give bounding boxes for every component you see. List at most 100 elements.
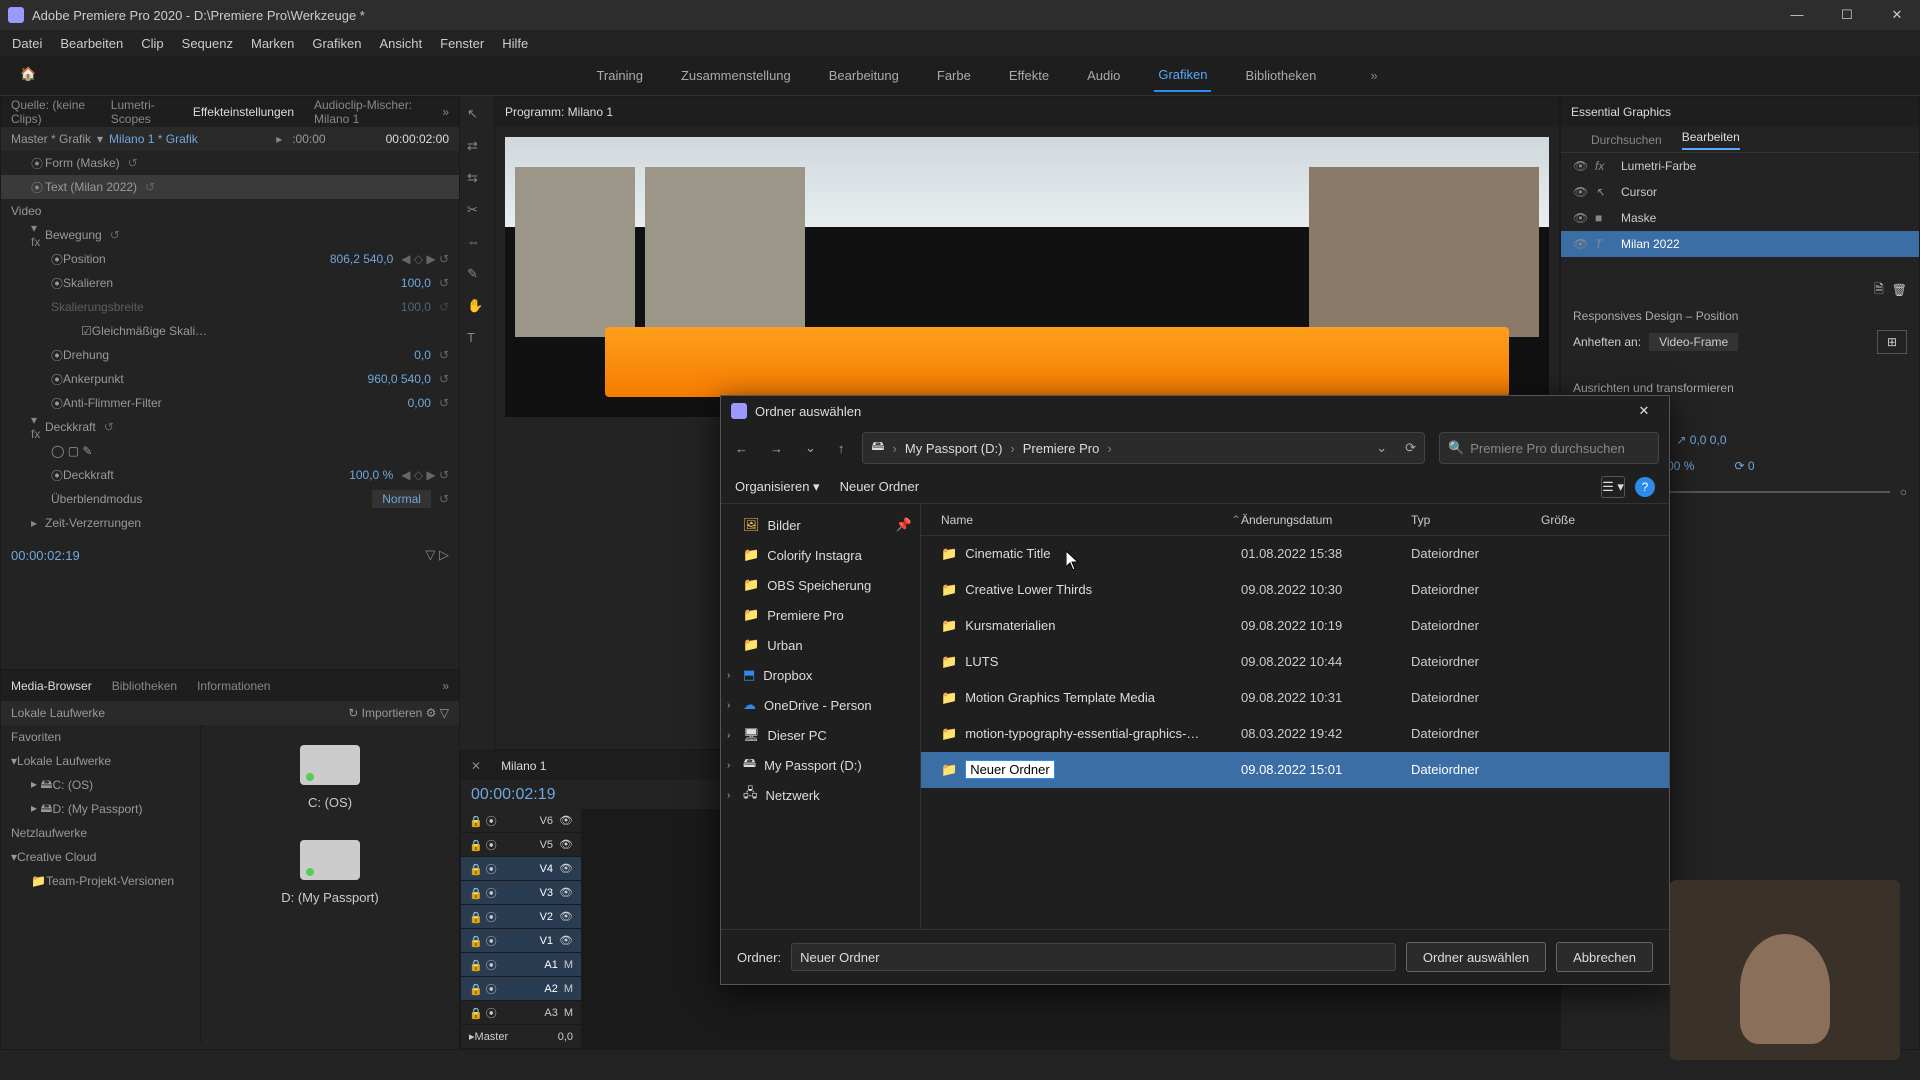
new-layer-icon[interactable]: 🗎 bbox=[1874, 280, 1884, 301]
file-row-selected[interactable]: 📁Neuer Ordner09.08.2022 15:01Dateiordner bbox=[921, 752, 1669, 788]
folder-name-input[interactable] bbox=[791, 943, 1396, 971]
menu-fenster[interactable]: Fenster bbox=[440, 36, 484, 51]
nav-up-button[interactable]: ↑ bbox=[834, 437, 849, 460]
col-date[interactable]: Änderungsdatum bbox=[1241, 513, 1411, 527]
menu-clip[interactable]: Clip bbox=[141, 36, 163, 51]
side-netzwerk[interactable]: ›🖧Netzwerk bbox=[721, 780, 920, 810]
side-bilder[interactable]: 🖼Bilder📌 bbox=[721, 510, 920, 540]
drive-icon: 🖴 bbox=[871, 437, 884, 459]
ws-zusammenstellung[interactable]: Zusammenstellung bbox=[677, 60, 795, 91]
dialog-close-button[interactable]: ✕ bbox=[1629, 403, 1659, 419]
menubar: Datei Bearbeiten Clip Sequenz Marken Gra… bbox=[0, 30, 1920, 56]
tab-browse[interactable]: Durchsuchen bbox=[1591, 133, 1662, 147]
ws-bibliotheken[interactable]: Bibliotheken bbox=[1241, 60, 1320, 91]
tab-effekteinstellungen[interactable]: Effekteinstellungen bbox=[193, 105, 294, 119]
delete-layer-icon[interactable]: 🗑 bbox=[1892, 283, 1907, 297]
view-mode-button[interactable]: ☰ ▾ bbox=[1601, 476, 1625, 498]
side-passport[interactable]: ›🖴My Passport (D:) bbox=[721, 750, 920, 780]
folder-field-label: Ordner: bbox=[737, 950, 781, 965]
nav-recent-button[interactable]: ⌄ bbox=[801, 436, 820, 460]
tab-media-browser[interactable]: Media-Browser bbox=[11, 679, 92, 693]
help-icon[interactable]: ? bbox=[1635, 477, 1655, 497]
col-size[interactable]: Größe bbox=[1541, 513, 1659, 527]
menu-datei[interactable]: Datei bbox=[12, 36, 42, 51]
close-seq-icon[interactable]: ✕ bbox=[471, 759, 481, 773]
pen-tool[interactable]: ✎ bbox=[467, 266, 487, 286]
rename-input[interactable]: Neuer Ordner bbox=[965, 760, 1054, 779]
menu-marken[interactable]: Marken bbox=[251, 36, 294, 51]
hand-tool[interactable]: ✋ bbox=[467, 298, 487, 318]
target-label[interactable]: Milano 1 * Grafik bbox=[109, 132, 198, 146]
file-list: Name ⌃ Änderungsdatum Typ Größe 📁Cinemat… bbox=[921, 504, 1669, 929]
webcam-overlay bbox=[1670, 880, 1900, 1060]
refresh-icon[interactable]: ⟳ bbox=[1405, 440, 1416, 456]
pin-widget[interactable]: ⊞ bbox=[1877, 330, 1907, 354]
media-browser-panel: Media-Browser Bibliotheken Informationen… bbox=[0, 670, 460, 1050]
tab-source[interactable]: Quelle: (keine Clips) bbox=[11, 98, 91, 126]
type-tool[interactable]: T bbox=[467, 330, 487, 350]
tab-info[interactable]: Informationen bbox=[197, 679, 270, 693]
ws-grafiken[interactable]: Grafiken bbox=[1154, 59, 1211, 92]
effect-controls-panel: Quelle: (keine Clips) Lumetri-Scopes Eff… bbox=[0, 96, 460, 670]
razor-tool[interactable]: ✂ bbox=[467, 202, 487, 222]
cancel-button[interactable]: Abbrechen bbox=[1556, 942, 1653, 972]
search-input[interactable]: 🔍 Premiere Pro durchsuchen bbox=[1439, 432, 1659, 464]
file-row[interactable]: 📁motion-typography-essential-graphics-…0… bbox=[921, 716, 1669, 752]
dialog-app-icon bbox=[731, 403, 747, 419]
side-premiere[interactable]: 📁Premiere Pro bbox=[721, 600, 920, 630]
program-view[interactable] bbox=[505, 137, 1549, 417]
new-folder-button[interactable]: Neuer Ordner bbox=[840, 479, 919, 494]
track-select-tool[interactable]: ⇄ bbox=[467, 138, 487, 158]
file-row[interactable]: 📁Kursmaterialien09.08.2022 10:19Dateiord… bbox=[921, 608, 1669, 644]
dialog-sidebar: 🖼Bilder📌 📁Colorify Instagra 📁OBS Speiche… bbox=[721, 504, 921, 929]
ws-training[interactable]: Training bbox=[592, 60, 646, 91]
search-icon: 🔍 bbox=[1448, 440, 1464, 456]
tab-libraries[interactable]: Bibliotheken bbox=[112, 679, 177, 693]
tab-lumetri[interactable]: Lumetri-Scopes bbox=[111, 98, 173, 126]
side-onedrive[interactable]: ›☁OneDrive - Person bbox=[721, 690, 920, 720]
side-obs[interactable]: 📁OBS Speicherung bbox=[721, 570, 920, 600]
ws-farbe[interactable]: Farbe bbox=[933, 60, 975, 91]
nav-forward-button[interactable]: → bbox=[766, 437, 787, 460]
workspace-bar: 🏠 Training Zusammenstellung Bearbeitung … bbox=[0, 56, 1920, 96]
titlebar: Adobe Premiere Pro 2020 - D:\Premiere Pr… bbox=[0, 0, 1920, 30]
tab-edit[interactable]: Bearbeiten bbox=[1682, 130, 1740, 150]
minimize-button[interactable]: — bbox=[1782, 7, 1812, 23]
file-row[interactable]: 📁Creative Lower Thirds09.08.2022 10:30Da… bbox=[921, 572, 1669, 608]
col-type[interactable]: Typ bbox=[1411, 513, 1541, 527]
overflow-icon[interactable]: » bbox=[442, 105, 449, 119]
tools-panel: ↖ ⇄ ⇆ ✂ ⇔ ✎ ✋ T bbox=[460, 96, 494, 750]
crumb-dropdown-icon[interactable]: ⌄ bbox=[1376, 440, 1387, 456]
menu-grafiken[interactable]: Grafiken bbox=[312, 36, 361, 51]
file-row[interactable]: 📁Motion Graphics Template Media09.08.202… bbox=[921, 680, 1669, 716]
side-dieser-pc[interactable]: ›🖥Dieser PC bbox=[721, 720, 920, 750]
nav-back-button[interactable]: ← bbox=[731, 437, 752, 460]
file-row[interactable]: 📁LUTS09.08.2022 10:44Dateiordner bbox=[921, 644, 1669, 680]
home-icon[interactable]: 🏠 bbox=[20, 66, 40, 86]
side-dropbox[interactable]: ›⬒Dropbox bbox=[721, 660, 920, 690]
side-urban[interactable]: 📁Urban bbox=[721, 630, 920, 660]
statusbar bbox=[0, 1050, 1920, 1080]
close-button[interactable]: ✕ bbox=[1882, 7, 1912, 23]
organise-button[interactable]: Organisieren ▾ bbox=[735, 479, 820, 495]
col-name[interactable]: Name ⌃ bbox=[931, 513, 1241, 527]
timeline-timecode[interactable]: 00:00:02:19 bbox=[471, 786, 556, 804]
menu-sequenz[interactable]: Sequenz bbox=[182, 36, 233, 51]
select-folder-button[interactable]: Ordner auswählen bbox=[1406, 942, 1546, 972]
ws-effekte[interactable]: Effekte bbox=[1005, 60, 1053, 91]
ws-audio[interactable]: Audio bbox=[1083, 60, 1124, 91]
timecode-field[interactable]: 00:00:02:19 bbox=[11, 548, 80, 563]
selection-tool[interactable]: ↖ bbox=[467, 106, 487, 126]
menu-ansicht[interactable]: Ansicht bbox=[379, 36, 422, 51]
side-colorify[interactable]: 📁Colorify Instagra bbox=[721, 540, 920, 570]
menu-bearbeiten[interactable]: Bearbeiten bbox=[60, 36, 123, 51]
file-row[interactable]: 📁Cinematic Title01.08.2022 15:38Dateiord… bbox=[921, 536, 1669, 572]
tab-audiomixer[interactable]: Audioclip-Mischer: Milano 1 bbox=[314, 98, 422, 126]
ws-bearbeitung[interactable]: Bearbeitung bbox=[825, 60, 903, 91]
overflow-icon[interactable]: » bbox=[1370, 68, 1377, 83]
menu-hilfe[interactable]: Hilfe bbox=[502, 36, 528, 51]
slip-tool[interactable]: ⇔ bbox=[467, 234, 487, 254]
maximize-button[interactable]: ☐ bbox=[1832, 7, 1862, 23]
breadcrumb[interactable]: 🖴 › My Passport (D:) › Premiere Pro › ⌄ … bbox=[862, 432, 1425, 464]
ripple-tool[interactable]: ⇆ bbox=[467, 170, 487, 190]
